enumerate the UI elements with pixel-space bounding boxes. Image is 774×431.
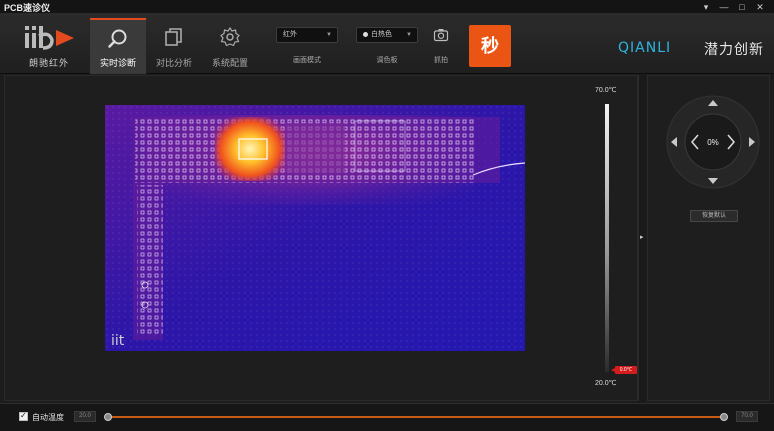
reset-default-button[interactable]: 恢复默认 [690,210,738,222]
search-icon [108,29,127,48]
snapshot-label: 抓拍 [434,57,448,64]
thermal-image-canvas: iit [105,105,525,351]
company-name-en: QIANLI [618,40,672,56]
range-min-field[interactable]: 20.0 [74,411,96,422]
copy-icon [165,28,182,46]
company-logo: QIANLI 潜力创新 [618,38,770,60]
range-min-handle[interactable] [104,413,112,421]
tab-label: 系统配置 [211,58,248,68]
palette-label: 调色板 [376,57,398,64]
scale-marker[interactable]: 0.0℃ [611,366,637,374]
company-name-cn: 潜力创新 [704,41,764,57]
chevron-down-icon: ▼ [406,32,412,38]
direction-pad: 0% [666,95,760,189]
tab-label: 对比分析 [155,58,192,68]
chevron-right-icon: ▸ [640,234,644,241]
ptz-panel: 0% 恢复默认 [647,75,770,401]
thermal-watermark: iit [111,333,125,349]
title-bar: PCB速诊仪 ▾ — □ ✕ [0,0,774,14]
auto-temp-checkbox[interactable] [19,411,28,421]
scale-max-label: 70.0℃ [595,87,617,94]
palette-swatch-icon [363,31,368,37]
camera-icon[interactable] [433,27,449,43]
temperature-range-slider[interactable] [108,416,724,418]
minimize-button[interactable]: — [718,1,730,13]
panel-collapse-handle[interactable]: ▸ [638,75,646,401]
auto-temp-label: 自动温度 [32,413,64,422]
close-button[interactable]: ✕ [754,1,766,13]
second-button[interactable]: 秒 [469,25,511,67]
palette-select[interactable]: 白热色 ▼ [356,27,418,43]
tab-realtime-diagnosis[interactable]: 实时诊断 [90,18,146,74]
brand-logo: 朗驰红外 [18,22,80,70]
thermal-image[interactable]: iit [105,105,525,351]
tab-label: 实时诊断 [99,58,136,68]
pin-button[interactable]: ▾ [700,1,712,13]
range-max-handle[interactable] [720,413,728,421]
range-max-field[interactable]: 70.0 [736,411,758,422]
zoom-value: 0% [707,138,719,147]
main-view: iit 70.0℃ 0.0℃ 20.0℃ [4,75,638,401]
brand-mark-icon [25,26,74,50]
brand-name: 朗驰红外 [28,58,69,68]
mode-select-value: 红外 [283,31,297,38]
mode-select[interactable]: 红外 ▼ [276,27,338,43]
palette-select-value: 白热色 [371,31,392,38]
gear-icon [220,26,240,47]
toolbar: 朗驰红外 实时诊断 对比分析 系统配置 红外 ▼ 画面模式 白热色 ▼ 调色板 [0,14,774,74]
tab-comparison-analysis[interactable]: 对比分析 [146,18,202,74]
mode-label: 画面模式 [293,57,321,64]
tab-system-config[interactable]: 系统配置 [202,18,258,74]
scale-min-label: 20.0℃ [595,380,617,387]
bottom-bar: 自动温度 20.0 70.0 [0,403,774,431]
temperature-scale-bar [605,104,609,372]
chevron-down-icon: ▼ [326,32,332,38]
window-title: PCB速诊仪 [4,3,51,13]
maximize-button[interactable]: □ [736,1,748,13]
